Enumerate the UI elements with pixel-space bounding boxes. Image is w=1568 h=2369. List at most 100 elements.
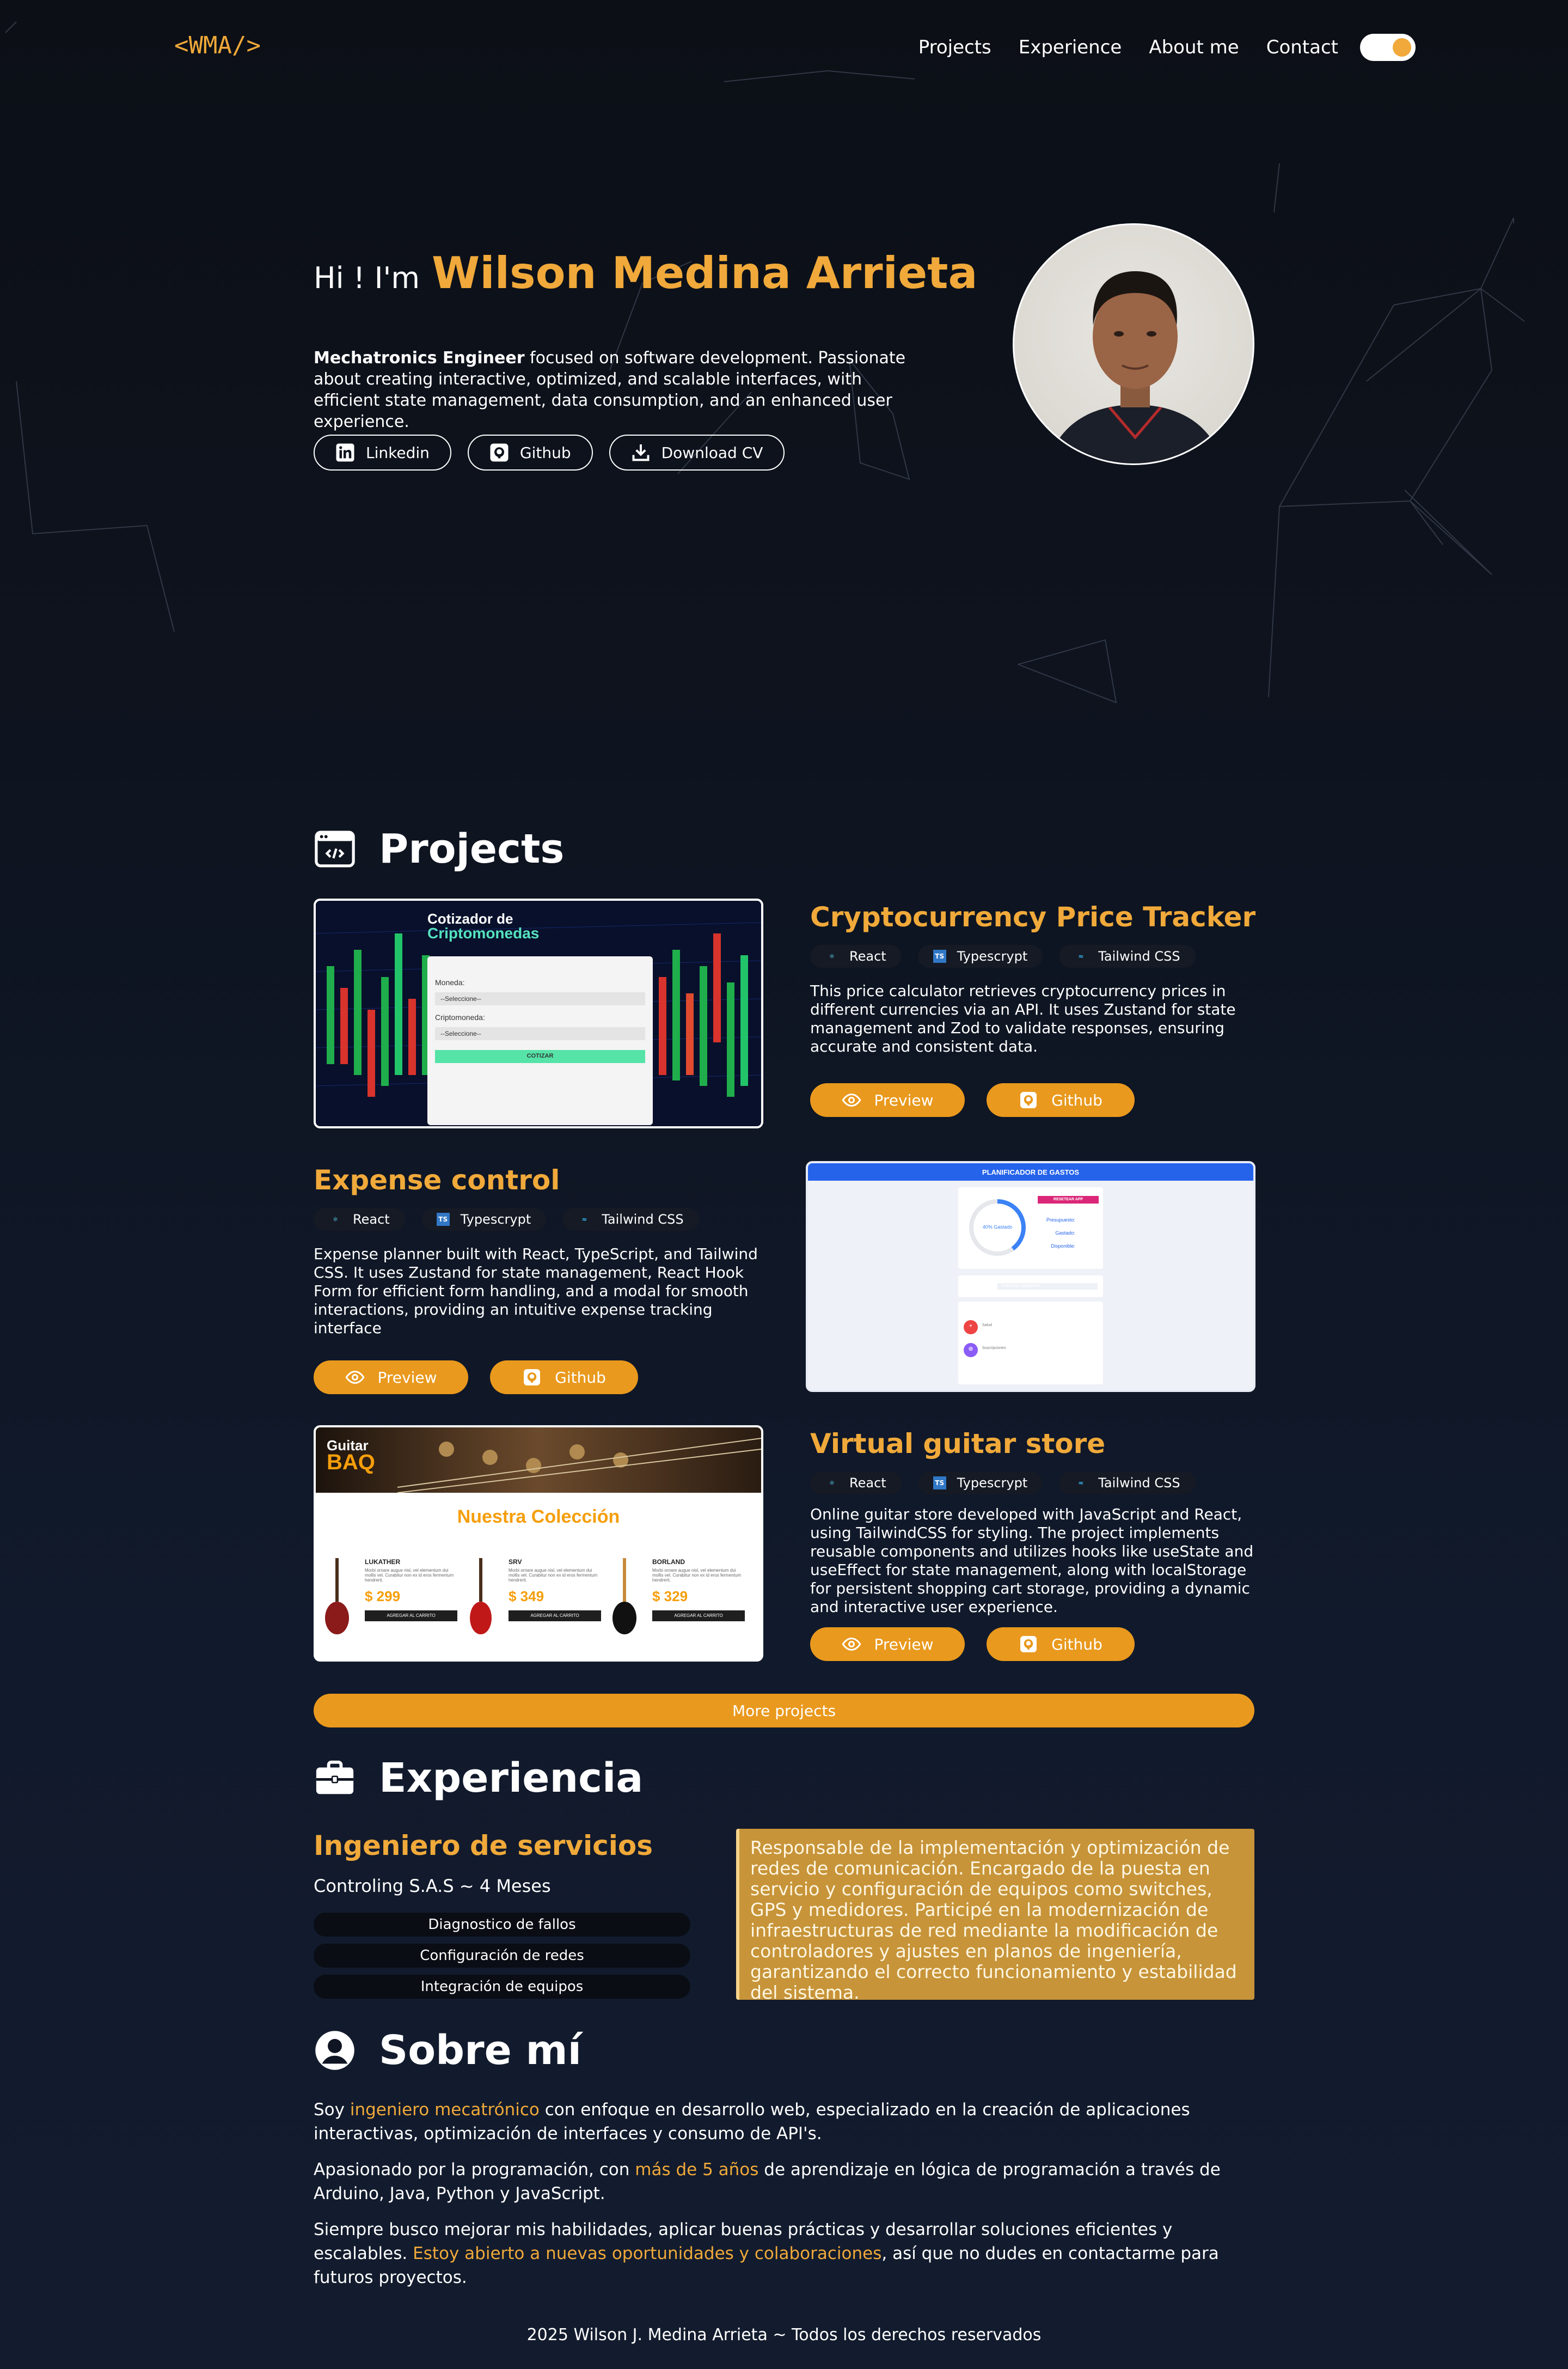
- hero-description: Mechatronics Engineer focused on softwar…: [314, 347, 918, 432]
- guitar-hero-banner: [316, 1427, 761, 1493]
- about-heading: Sobre mí: [314, 2027, 581, 2074]
- project-card-guitar: Virtual guitar store ⚛ React TS Typescrypt…: [810, 1428, 1262, 1661]
- preview-button[interactable]: Preview: [810, 1083, 965, 1117]
- linkedin-button[interactable]: Linkedin: [314, 435, 451, 471]
- github-button[interactable]: Github: [987, 1627, 1135, 1661]
- theme-toggle[interactable]: [1360, 34, 1416, 61]
- more-projects-button[interactable]: More projects: [314, 1694, 1254, 1727]
- expense-item-value: $100.00: [1080, 1324, 1098, 1330]
- download-cv-button[interactable]: Download CV: [609, 435, 785, 471]
- expense-row-label: Gastado:: [1055, 1230, 1075, 1236]
- job-company: Controling S.A.S ~ 4 Meses: [314, 1876, 551, 1896]
- nav-link-projects[interactable]: Projects: [918, 36, 991, 58]
- guitar-image: [612, 1558, 636, 1634]
- typescript-icon: TS: [933, 1476, 946, 1489]
- linkedin-label: Linkedin: [366, 443, 430, 462]
- crypto-shot-label2: Criptomoneda:: [435, 1013, 485, 1022]
- eye-icon: [842, 1637, 861, 1651]
- project-description: This price calculator retrieves cryptocu…: [810, 982, 1236, 1055]
- top-nav: Projects Experience About me Contact: [891, 34, 1416, 61]
- crypto-shot-label1: Moneda:: [435, 978, 465, 987]
- about-highlight: ingeniero mecatrónico: [350, 2100, 540, 2120]
- guitar-price: $ 349: [509, 1588, 544, 1604]
- github-button[interactable]: Github: [987, 1083, 1135, 1117]
- expense-item: + Salud Medico $100.00: [964, 1320, 1098, 1334]
- expense-ring-label: 40% Gastado: [982, 1224, 1013, 1230]
- preview-button[interactable]: Preview: [810, 1627, 965, 1661]
- nav-link-experience[interactable]: Experience: [1019, 36, 1122, 58]
- project-card-crypto: Cryptocurrency Price Tracker ⚛ React TS Ty…: [810, 901, 1262, 1117]
- guitar-card: LUKATHER Morbi ornare augue nisl, vel el…: [321, 1558, 465, 1640]
- tag-typescript: TS Typescrypt: [917, 945, 1043, 968]
- skill-tag: Diagnostico de fallos: [314, 1913, 690, 1937]
- nav-link-about[interactable]: About me: [1149, 36, 1239, 58]
- about-paragraph: Soy ingeniero mecatrónico con enfoque en…: [314, 2098, 1261, 2146]
- github-icon: [1020, 1636, 1037, 1652]
- project-description: Expense planner built with React, TypeSc…: [314, 1245, 758, 1337]
- skill-tag: Integración de equipos: [314, 1975, 690, 1999]
- tag-typescript: TS Typescrypt: [917, 1472, 1043, 1494]
- tag-label: Tailwind CSS: [1098, 949, 1180, 964]
- project-title: Virtual guitar store: [810, 1428, 1106, 1460]
- github-button[interactable]: Github: [467, 435, 593, 471]
- preview-label: Preview: [874, 1091, 934, 1109]
- typescript-icon: TS: [933, 950, 946, 963]
- project-screenshot-expense[interactable]: PLANIFICADOR DE GASTOS 40% Gastado RESET…: [806, 1161, 1255, 1392]
- crypto-shot-title2: Criptomonedas: [427, 925, 540, 942]
- experience-heading: Experiencia: [314, 1755, 643, 1802]
- preview-label: Preview: [377, 1368, 437, 1387]
- guitar-desc: Morbi ornare augue nisl, vel elementum d…: [652, 1568, 742, 1583]
- expense-item-category: Salud: [982, 1323, 992, 1327]
- preview-button[interactable]: Preview: [314, 1360, 468, 1394]
- expense-item-name: Netflix: [982, 1350, 993, 1354]
- project-title: Expense control: [314, 1164, 560, 1196]
- preview-label: Preview: [874, 1635, 934, 1653]
- guitar-price: $ 299: [365, 1588, 401, 1604]
- expense-list: Listado de gastos + Salud Medico $100.00 …: [958, 1302, 1103, 1384]
- expense-row-label: Presupuesto:: [1046, 1217, 1075, 1223]
- nav-link-contact[interactable]: Contact: [1266, 36, 1338, 58]
- project-buttons: Preview Github: [810, 1627, 1262, 1661]
- expense-item-category: Suscripciones: [982, 1346, 1006, 1350]
- react-icon: ⚛: [829, 953, 835, 960]
- job-role: Ingeniero de servicios: [314, 1830, 653, 1861]
- skill-tag: Configuración de redes: [314, 1944, 690, 1968]
- expense-filter-select: Todas las categorias: [997, 1283, 1098, 1290]
- project-screenshot-guitar[interactable]: Guitar BAQ Nuestra Colección LUKATHER Mo…: [314, 1425, 763, 1662]
- add-to-cart-button: AGREGAR AL CARRITO: [365, 1610, 457, 1621]
- project-buttons: Preview Github: [314, 1360, 765, 1394]
- expense-reset-button: RESETEAR APP: [1038, 1196, 1099, 1204]
- expense-item-name: Medico: [982, 1327, 995, 1331]
- about-text-span: Soy: [314, 2100, 350, 2120]
- tag-label: React: [849, 1475, 886, 1491]
- job-description-card: Responsable de la implementación y optim…: [736, 1829, 1254, 2003]
- expense-filter-label: Filtrar gastos:: [964, 1283, 990, 1288]
- project-screenshot-crypto[interactable]: Cotizador de Criptomonedas Moneda: --Sel…: [314, 899, 763, 1128]
- guitar-logo-bottom: BAQ: [327, 1450, 375, 1474]
- guitar-name: LUKATHER: [365, 1558, 401, 1566]
- expense-row-value: $200.00: [1076, 1230, 1094, 1236]
- guitar-heading: Nuestra Colección: [457, 1506, 620, 1527]
- github-button[interactable]: Github: [490, 1360, 638, 1394]
- briefcase-icon: [316, 1760, 354, 1794]
- toggle-knob: [1393, 38, 1411, 57]
- tag-label: Tailwind CSS: [602, 1212, 684, 1227]
- react-icon: ⚛: [829, 1479, 835, 1487]
- expense-item-value: $30.00: [1082, 1347, 1098, 1353]
- tag-react: ⚛ React: [810, 1472, 902, 1494]
- expense-shot-budget-card: 40% Gastado RESETEAR APP Presupuesto: $5…: [958, 1187, 1103, 1269]
- expense-row-value: $500.00: [1076, 1217, 1094, 1223]
- guitar-card: SRV Morbi ornare augue nisl, vel element…: [465, 1558, 609, 1640]
- react-icon: ⚛: [332, 1216, 339, 1223]
- project-buttons: Preview Github: [810, 1083, 1262, 1117]
- guitar-desc: Morbi ornare augue nisl, vel elementum d…: [509, 1568, 598, 1583]
- project-card-expense: Expense control ⚛ React TS Typescrypt ≈ Tai…: [314, 1164, 765, 1394]
- experience-job: Ingeniero de servicios Controling S.A.S …: [314, 1830, 690, 2006]
- tag-tailwind: ≈ Tailwind CSS: [1059, 945, 1196, 968]
- expense-row-value: $300.00: [1076, 1243, 1094, 1249]
- github-icon: [524, 1369, 541, 1385]
- linkedin-icon: [336, 443, 354, 462]
- expense-item: ◎ Suscripciones Netflix $30.00: [964, 1343, 1098, 1357]
- site-logo[interactable]: <WMA/>: [174, 32, 261, 59]
- tag-label: Typescrypt: [957, 1475, 1028, 1491]
